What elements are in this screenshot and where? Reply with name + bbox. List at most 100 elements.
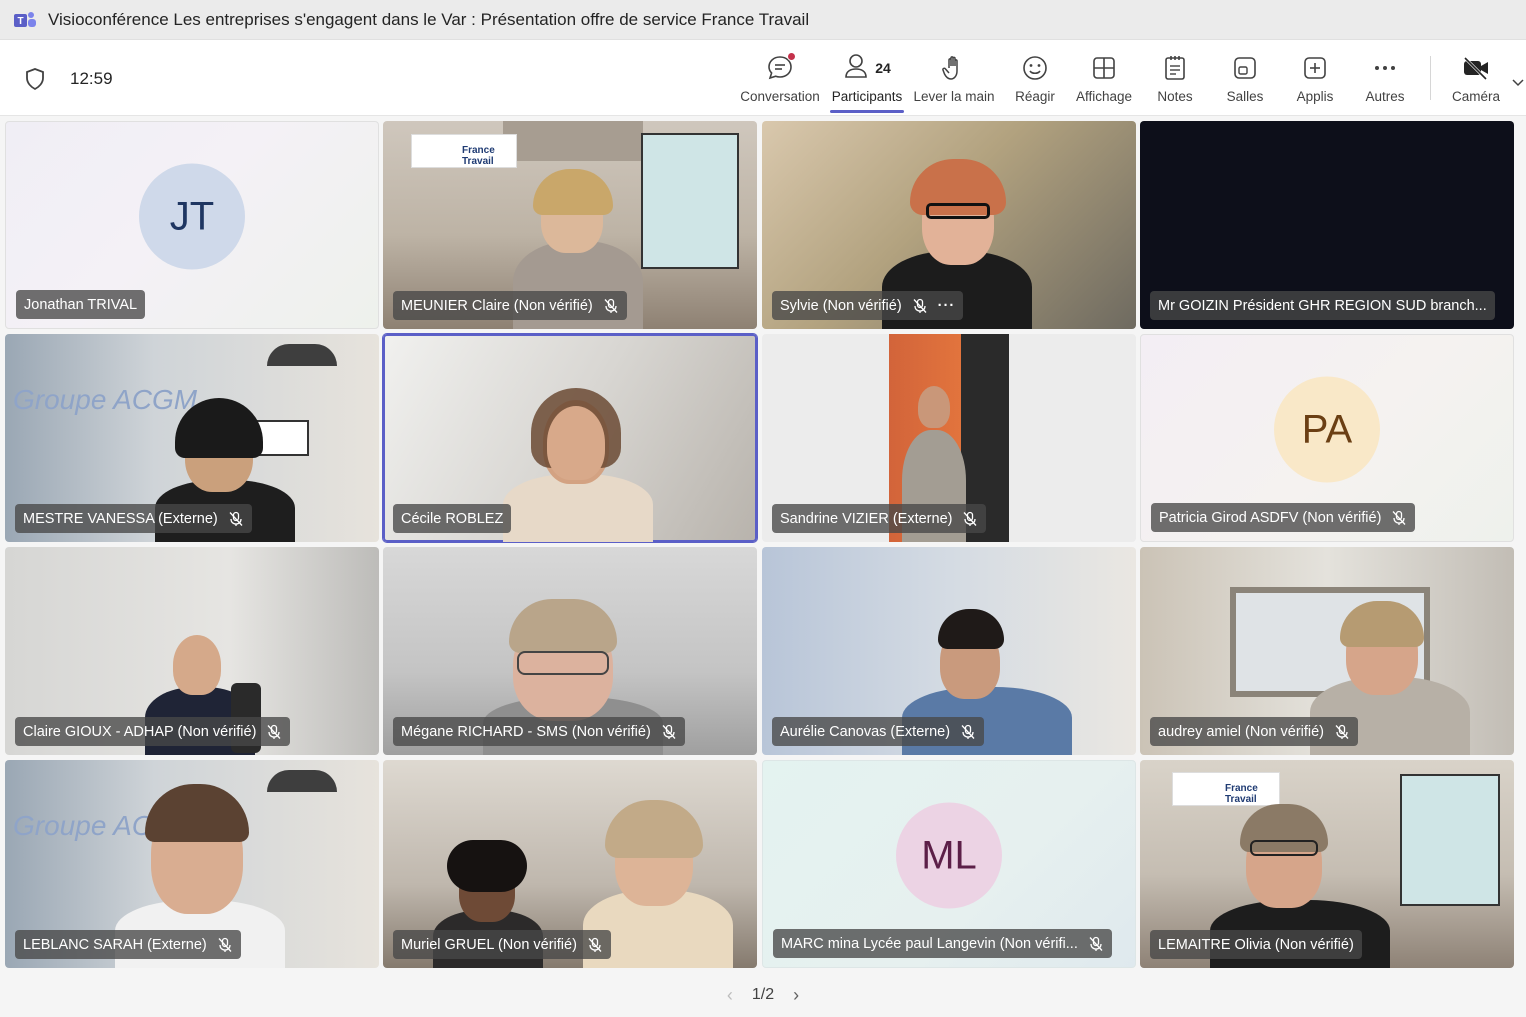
- apps-button[interactable]: Applis: [1290, 40, 1340, 116]
- participant-name: Sandrine VIZIER (Externe): [780, 510, 953, 527]
- add-app-icon: [1302, 54, 1328, 82]
- camera-button[interactable]: Caméra: [1448, 40, 1504, 116]
- chevron-down-icon[interactable]: [1512, 74, 1524, 92]
- toolbar-divider: [1430, 56, 1431, 100]
- camera-label: Caméra: [1451, 89, 1500, 104]
- participant-name-tag: Cécile ROBLEZ: [393, 504, 512, 533]
- react-label: Réagir: [1015, 89, 1055, 104]
- participant-tile[interactable]: PA Patricia Girod ASDFV (Non vérifié): [1140, 334, 1514, 542]
- mic-off-icon: [1334, 724, 1350, 740]
- participant-name: Sylvie (Non vérifié): [780, 297, 902, 314]
- notes-button[interactable]: Notes: [1150, 40, 1200, 116]
- participant-name-tag: Sandrine VIZIER (Externe): [772, 504, 987, 533]
- breakout-rooms-button[interactable]: Salles: [1220, 40, 1270, 116]
- participant-name: Cécile ROBLEZ: [401, 510, 504, 527]
- participant-tile[interactable]: ML MARC mina Lycée paul Langevin (Non vé…: [762, 760, 1136, 968]
- participant-tile[interactable]: Mégane RICHARD - SMS (Non vérifié): [383, 547, 757, 755]
- participant-tile[interactable]: Groupe ACGM MESTRE VANESSA (Externe): [5, 334, 379, 542]
- shield-icon[interactable]: [24, 67, 46, 91]
- poster-image: [641, 133, 739, 269]
- participant-tile[interactable]: Cécile ROBLEZ: [383, 334, 757, 542]
- person-silhouette: [503, 474, 653, 542]
- mic-off-icon: [962, 511, 978, 527]
- breakout-rooms-label: Salles: [1226, 89, 1264, 104]
- participants-button[interactable]: 24 Participants: [830, 40, 904, 116]
- participant-name: MESTRE VANESSA (Externe): [23, 510, 218, 527]
- logo-text: France Travail: [462, 145, 495, 167]
- participant-tile[interactable]: France Travail LEMAITRE Olivia (Non véri…: [1140, 760, 1514, 968]
- mic-off-icon: [266, 724, 282, 740]
- raise-hand-button[interactable]: Lever la main: [912, 40, 996, 116]
- logo-text: France Travail: [1225, 783, 1258, 805]
- page-indicator: 1/2: [751, 986, 775, 1003]
- participant-name: Mr GOIZIN Président GHR REGION SUD branc…: [1158, 297, 1487, 314]
- participant-name-tag: MESTRE VANESSA (Externe): [15, 504, 252, 533]
- participant-name-tag: MARC mina Lycée paul Langevin (Non vérif…: [773, 929, 1112, 958]
- participant-tile[interactable]: audrey amiel (Non vérifié): [1140, 547, 1514, 755]
- notes-label: Notes: [1157, 89, 1193, 104]
- france-travail-logo: France Travail: [411, 134, 517, 168]
- more-options-icon[interactable]: ···: [938, 298, 956, 314]
- participant-name: Mégane RICHARD - SMS (Non vérifié): [401, 723, 651, 740]
- participant-tile[interactable]: France Travail MEUNIER Claire (Non vérif…: [383, 121, 757, 329]
- participants-label: Participants: [831, 89, 903, 104]
- face-detail: [547, 406, 605, 480]
- avatar: PA: [1274, 376, 1380, 483]
- participant-tile[interactable]: JT Jonathan TRIVAL: [5, 121, 379, 329]
- mic-off-icon: [912, 298, 928, 314]
- participant-tile[interactable]: Muriel GRUEL (Non vérifié): [383, 760, 757, 968]
- participant-name-tag: Aurélie Canovas (Externe): [772, 717, 985, 746]
- next-page-icon[interactable]: ›: [784, 985, 808, 1006]
- conversation-label: Conversation: [740, 89, 820, 104]
- mic-off-icon: [587, 937, 603, 953]
- smiley-icon: [1021, 54, 1049, 82]
- page-navigator: ‹ 1/2 ›: [0, 980, 1526, 1010]
- participant-name-tag: Jonathan TRIVAL: [16, 290, 146, 319]
- mic-off-icon: [1088, 936, 1104, 952]
- person-face: [173, 635, 221, 695]
- raise-hand-label: Lever la main: [913, 89, 995, 104]
- company-wall-logo: Groupe ACGM: [13, 384, 198, 415]
- participant-tile[interactable]: Sylvie (Non vérifié) ···: [762, 121, 1136, 329]
- meeting-toolbar: 12:59 Conversation 24 Participants Lever…: [0, 40, 1526, 116]
- participant-tile[interactable]: Sandrine VIZIER (Externe): [762, 334, 1136, 542]
- participant-name-tag: Claire GIOUX - ADHAP (Non vérifié): [15, 717, 291, 746]
- conversation-button[interactable]: Conversation: [740, 40, 820, 116]
- participant-tile[interactable]: Aurélie Canovas (Externe): [762, 547, 1136, 755]
- window-title: Visioconférence Les entreprises s'engage…: [48, 9, 810, 29]
- france-travail-logo: France Travail: [1172, 772, 1280, 806]
- participant-tile[interactable]: Claire GIOUX - ADHAP (Non vérifié): [5, 547, 379, 755]
- raise-hand-icon: [941, 54, 967, 82]
- participant-tile[interactable]: Mr GOIZIN Président GHR REGION SUD branc…: [1140, 121, 1514, 329]
- mic-off-icon: [960, 724, 976, 740]
- participant-name: LEMAITRE Olivia (Non vérifié): [1158, 936, 1354, 953]
- avatar: JT: [139, 163, 245, 270]
- notification-dot: [787, 52, 796, 61]
- previous-page-icon[interactable]: ‹: [718, 985, 742, 1006]
- participant-name: Claire GIOUX - ADHAP (Non vérifié): [23, 723, 257, 740]
- teams-logo-icon: T: [14, 10, 36, 30]
- apps-label: Applis: [1296, 89, 1334, 104]
- active-tab-indicator: [830, 110, 904, 113]
- participant-name-tag: audrey amiel (Non vérifié): [1150, 717, 1359, 746]
- meeting-timer: 12:59: [70, 69, 113, 88]
- react-button[interactable]: Réagir: [1010, 40, 1060, 116]
- participant-name-tag: Mr GOIZIN Président GHR REGION SUD branc…: [1150, 291, 1495, 320]
- people-icon: [843, 52, 869, 85]
- view-label: Affichage: [1075, 89, 1133, 104]
- participant-name: Patricia Girod ASDFV (Non vérifié): [1159, 509, 1382, 526]
- video-grid: JT Jonathan TRIVAL France Travail MEUNIE…: [5, 121, 1516, 969]
- participant-name-tag: Patricia Girod ASDFV (Non vérifié): [1151, 503, 1416, 532]
- camera-off-icon: [1462, 54, 1490, 82]
- participant-name-tag: Sylvie (Non vérifié) ···: [772, 291, 964, 320]
- participant-name: Jonathan TRIVAL: [24, 296, 138, 313]
- poster-image: [1400, 774, 1500, 906]
- mic-off-icon: [1391, 510, 1407, 526]
- view-button[interactable]: Affichage: [1072, 40, 1136, 116]
- chat-icon: [766, 52, 796, 82]
- more-button[interactable]: Autres: [1360, 40, 1410, 116]
- participant-name: audrey amiel (Non vérifié): [1158, 723, 1325, 740]
- breakout-rooms-icon: [1232, 54, 1258, 82]
- svg-text:T: T: [17, 16, 23, 27]
- participant-tile[interactable]: Groupe ACGM LEBLANC SARAH (Externe): [5, 760, 379, 968]
